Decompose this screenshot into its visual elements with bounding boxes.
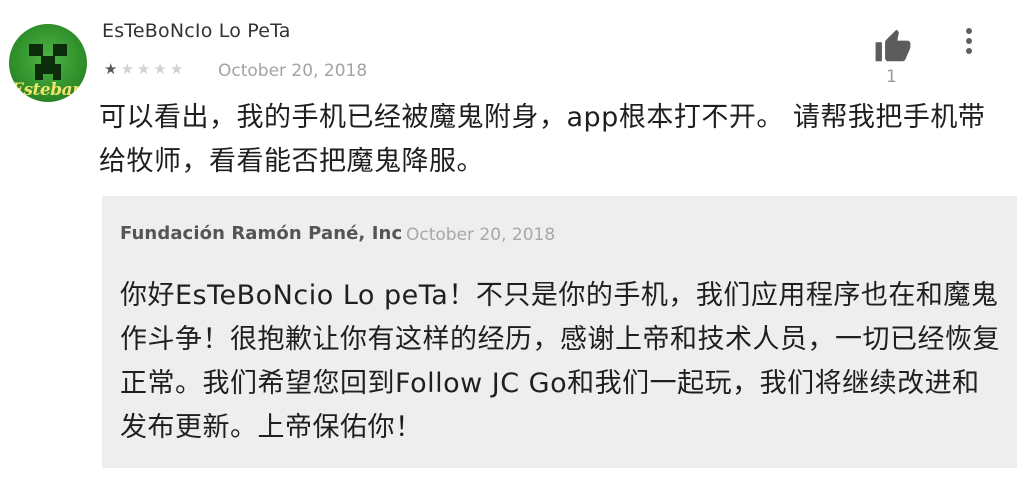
review-text: 可以看出，我的手机已经被魔鬼附身，app根本打不开。 请帮我把手机带给牧师，看看… bbox=[99, 102, 986, 177]
menu-dot bbox=[966, 38, 972, 44]
avatar-pixel bbox=[53, 44, 67, 56]
star-icon: ★ bbox=[120, 60, 137, 78]
thumbs-up-icon[interactable] bbox=[873, 28, 913, 66]
developer-reply: Fundación Ramón Pané, Inc October 20, 20… bbox=[102, 196, 1017, 468]
star-icon: ★ bbox=[153, 60, 170, 78]
reply-author: Fundación Ramón Pané, Inc bbox=[120, 223, 403, 244]
review-date: October 20, 2018 bbox=[218, 61, 368, 81]
star-icon: ★ bbox=[136, 60, 154, 78]
star-icon: ★ bbox=[169, 60, 187, 78]
menu-dot bbox=[966, 48, 972, 54]
avatar-caption: Esteban bbox=[11, 80, 84, 100]
avatar-pixel bbox=[53, 72, 61, 80]
helpful-count: 1 bbox=[886, 67, 897, 87]
review-author: EsTeBoNcIo Lo PeTa bbox=[102, 20, 291, 42]
menu-dot bbox=[966, 28, 972, 34]
more-vert-icon[interactable] bbox=[962, 28, 976, 60]
reply-date: October 20, 2018 bbox=[406, 225, 556, 245]
avatar[interactable]: Esteban bbox=[9, 24, 87, 102]
avatar-pixel bbox=[35, 72, 43, 80]
star-icon: ★ bbox=[104, 60, 121, 78]
avatar-pixel bbox=[29, 44, 43, 56]
star-rating: ★★★★★ bbox=[104, 60, 186, 78]
reply-text: 你好EsTeBoNcio Lo peTa！不只是你的手机，我们应用程序也在和魔鬼… bbox=[120, 280, 1000, 443]
